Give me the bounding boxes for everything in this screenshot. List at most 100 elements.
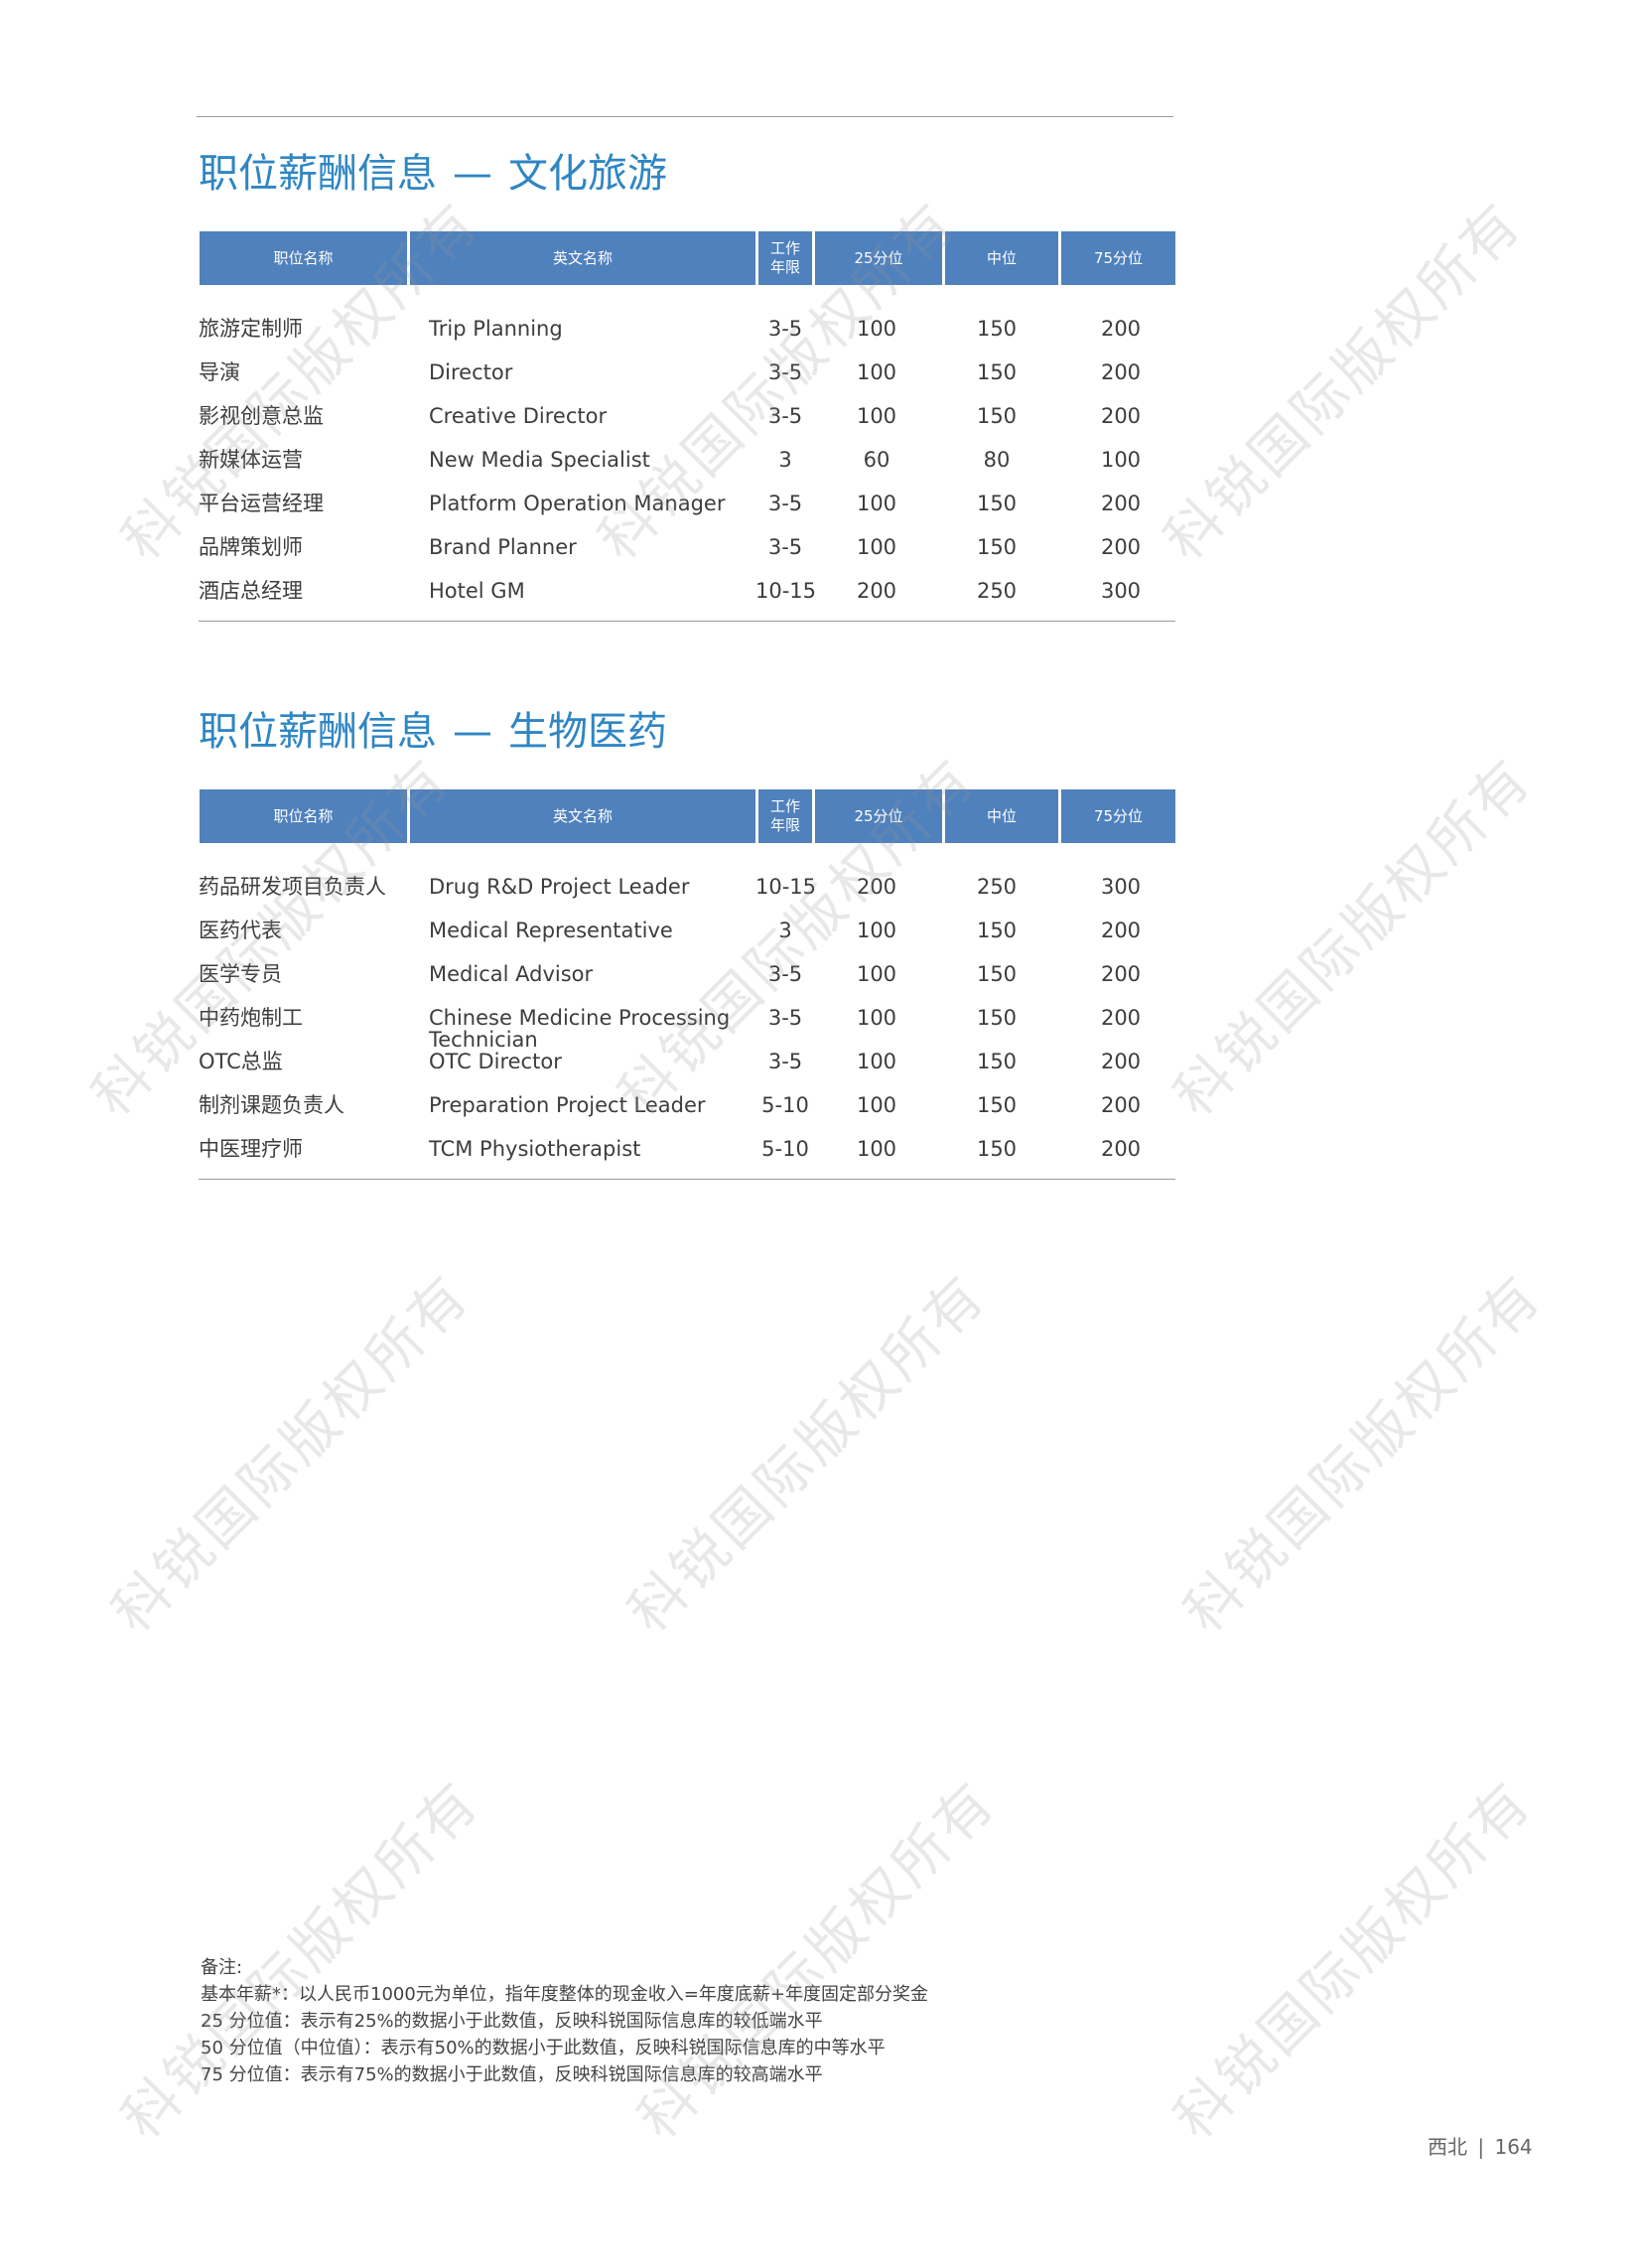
table-row: 制剂课题负责人 Preparation Project Leader 5-10 … <box>199 1094 1175 1138</box>
cell-cn-name: 中医理疗师 <box>199 1137 303 1161</box>
header-p25: 25分位 <box>815 789 942 843</box>
table-row: 酒店总经理 Hotel GM 10-15 200 250 300 <box>199 580 1175 624</box>
header-years: 工作 年限 <box>758 231 812 285</box>
cell-p25: 100 <box>856 1137 897 1161</box>
page-footer: 西北 | 164 <box>1428 2131 1533 2160</box>
cell-years: 3-5 <box>767 360 803 384</box>
section-culture-tourism: 职位薪酬信息 — 文化旅游 职位名称 英文名称 工作 年限 25分位 中位 75分位 … <box>199 144 1175 651</box>
table-row: 新媒体运营 New Media Specialist 3 60 80 100 <box>199 449 1175 493</box>
cell-median: 250 <box>976 579 1018 603</box>
header-p75: 75分位 <box>1061 231 1175 285</box>
cell-en-name: Medical Advisor <box>429 962 594 986</box>
header-median: 中位 <box>945 231 1058 285</box>
cell-en-name: New Media Specialist <box>429 448 650 472</box>
cell-en-name: Platform Operation Manager <box>429 492 726 515</box>
cell-median: 250 <box>976 875 1018 899</box>
watermark: 科锐国际版权所有 <box>1162 1769 1546 2152</box>
cell-en-name: Hotel GM <box>429 579 525 603</box>
cell-p75: 200 <box>1100 492 1142 515</box>
table-header: 职位名称 英文名称 工作 年限 25分位 中位 75分位 <box>199 231 1175 285</box>
notes-heading: 备注: <box>201 1957 243 1978</box>
notes-line: 75 分位值：表示有75%的数据小于此数值，反映科锐国际信息库的较高端水平 <box>201 2064 823 2085</box>
cell-cn-name: 旅游定制师 <box>199 317 303 341</box>
cell-en-name: Director <box>429 360 513 384</box>
table-row: OTC总监 OTC Director 3-5 100 150 200 <box>199 1051 1175 1094</box>
header-p75: 75分位 <box>1061 789 1175 843</box>
cell-median: 150 <box>976 1050 1018 1073</box>
section-title-dash: — <box>453 709 492 755</box>
cell-median: 80 <box>983 448 1011 472</box>
cell-p75: 200 <box>1100 1006 1142 1030</box>
cell-p75: 200 <box>1100 535 1142 559</box>
cell-p75: 200 <box>1100 1050 1142 1073</box>
cell-en-name: Preparation Project Leader <box>429 1093 706 1117</box>
footer-separator: | <box>1477 2135 1485 2159</box>
cell-p25: 200 <box>856 579 897 603</box>
table-row: 药品研发项目负责人 Drug R&D Project Leader 10-15 … <box>199 876 1175 920</box>
table-body: 旅游定制师 Trip Planning 3-5 100 150 200 导演 D… <box>199 318 1175 651</box>
section-title-main: 职位薪酬信息 <box>199 151 437 197</box>
notes: 备注: 基本年薪*：以人民币1000元为单位，指年度整体的现金收入=年度底薪+年… <box>201 1954 928 2088</box>
cell-median: 150 <box>976 492 1018 515</box>
cell-en-name: Trip Planning <box>429 317 563 341</box>
cell-cn-name: 酒店总经理 <box>199 579 303 603</box>
cell-median: 150 <box>976 1137 1018 1161</box>
table-row: 导演 Director 3-5 100 150 200 <box>199 361 1175 405</box>
cell-en-name: Drug R&D Project Leader <box>429 875 690 899</box>
cell-cn-name: 制剂课题负责人 <box>199 1093 344 1117</box>
cell-years: 3-5 <box>767 404 803 428</box>
header-en-name: 英文名称 <box>410 231 755 285</box>
cell-cn-name: 医药代表 <box>199 919 282 942</box>
cell-p75: 200 <box>1100 1093 1142 1117</box>
table-row: 旅游定制师 Trip Planning 3-5 100 150 200 <box>199 318 1175 361</box>
cell-p25: 200 <box>856 875 897 899</box>
table-row: 医药代表 Medical Representative 3 100 150 20… <box>199 920 1175 963</box>
cell-en-name: Creative Director <box>429 404 608 428</box>
notes-line: 50 分位值（中位值）：表示有50%的数据小于此数值，反映科锐国际信息库的中等水… <box>201 2038 886 2058</box>
cell-en-name: Medical Representative <box>429 919 673 942</box>
table-bottom-rule <box>199 621 1175 622</box>
watermark: 科锐国际版权所有 <box>99 1262 483 1645</box>
cell-en-name: TCM Physiotherapist <box>429 1137 641 1161</box>
table-row: 医学专员 Medical Advisor 3-5 100 150 200 <box>199 963 1175 1007</box>
cell-p25: 100 <box>856 962 897 986</box>
footer-region: 西北 <box>1428 2135 1467 2159</box>
cell-years: 3-5 <box>767 1050 803 1073</box>
cell-p75: 200 <box>1100 919 1142 942</box>
cell-en-name: Brand Planner <box>429 535 577 559</box>
section-title: 职位薪酬信息 — 生物医药 <box>199 702 1175 762</box>
cell-p25: 60 <box>863 448 890 472</box>
cell-median: 150 <box>976 317 1018 341</box>
table-bottom-rule <box>199 1179 1175 1180</box>
cell-years: 3 <box>778 448 792 472</box>
header-median: 中位 <box>945 789 1058 843</box>
cell-p75: 200 <box>1100 360 1142 384</box>
cell-cn-name: 新媒体运营 <box>199 448 303 472</box>
cell-cn-name: 医学专员 <box>199 962 282 986</box>
cell-p75: 300 <box>1100 875 1142 899</box>
table-row: 品牌策划师 Brand Planner 3-5 100 150 200 <box>199 536 1175 580</box>
cell-p25: 100 <box>856 919 897 942</box>
section-title-dash: — <box>453 151 492 197</box>
notes-line: 25 分位值：表示有25%的数据小于此数值，反映科锐国际信息库的较低端水平 <box>201 2011 823 2032</box>
cell-cn-name: 影视创意总监 <box>199 404 324 428</box>
section-title-sub: 生物医药 <box>508 709 667 755</box>
cell-years: 5-10 <box>761 1093 809 1117</box>
table-row: 平台运营经理 Platform Operation Manager 3-5 10… <box>199 493 1175 536</box>
section-biomedicine: 职位薪酬信息 — 生物医药 职位名称 英文名称 工作 年限 25分位 中位 75分位 … <box>199 702 1175 1209</box>
header-cn-name: 职位名称 <box>200 231 407 285</box>
section-title-sub: 文化旅游 <box>508 151 667 197</box>
cell-p75: 100 <box>1100 448 1142 472</box>
table-row: 中药炮制工 Chinese Medicine Processing Techni… <box>199 1007 1175 1051</box>
top-rule <box>197 116 1173 117</box>
notes-line: 基本年薪*：以人民币1000元为单位，指年度整体的现金收入=年度底薪+年度固定部… <box>201 1984 928 2005</box>
cell-median: 150 <box>976 404 1018 428</box>
cell-en-name: OTC Director <box>429 1050 562 1073</box>
cell-median: 150 <box>976 535 1018 559</box>
header-cn-name: 职位名称 <box>200 789 407 843</box>
cell-median: 150 <box>976 360 1018 384</box>
cell-p75: 200 <box>1100 404 1142 428</box>
header-en-name: 英文名称 <box>410 789 755 843</box>
cell-p25: 100 <box>856 404 897 428</box>
section-title-main: 职位薪酬信息 <box>199 709 437 755</box>
